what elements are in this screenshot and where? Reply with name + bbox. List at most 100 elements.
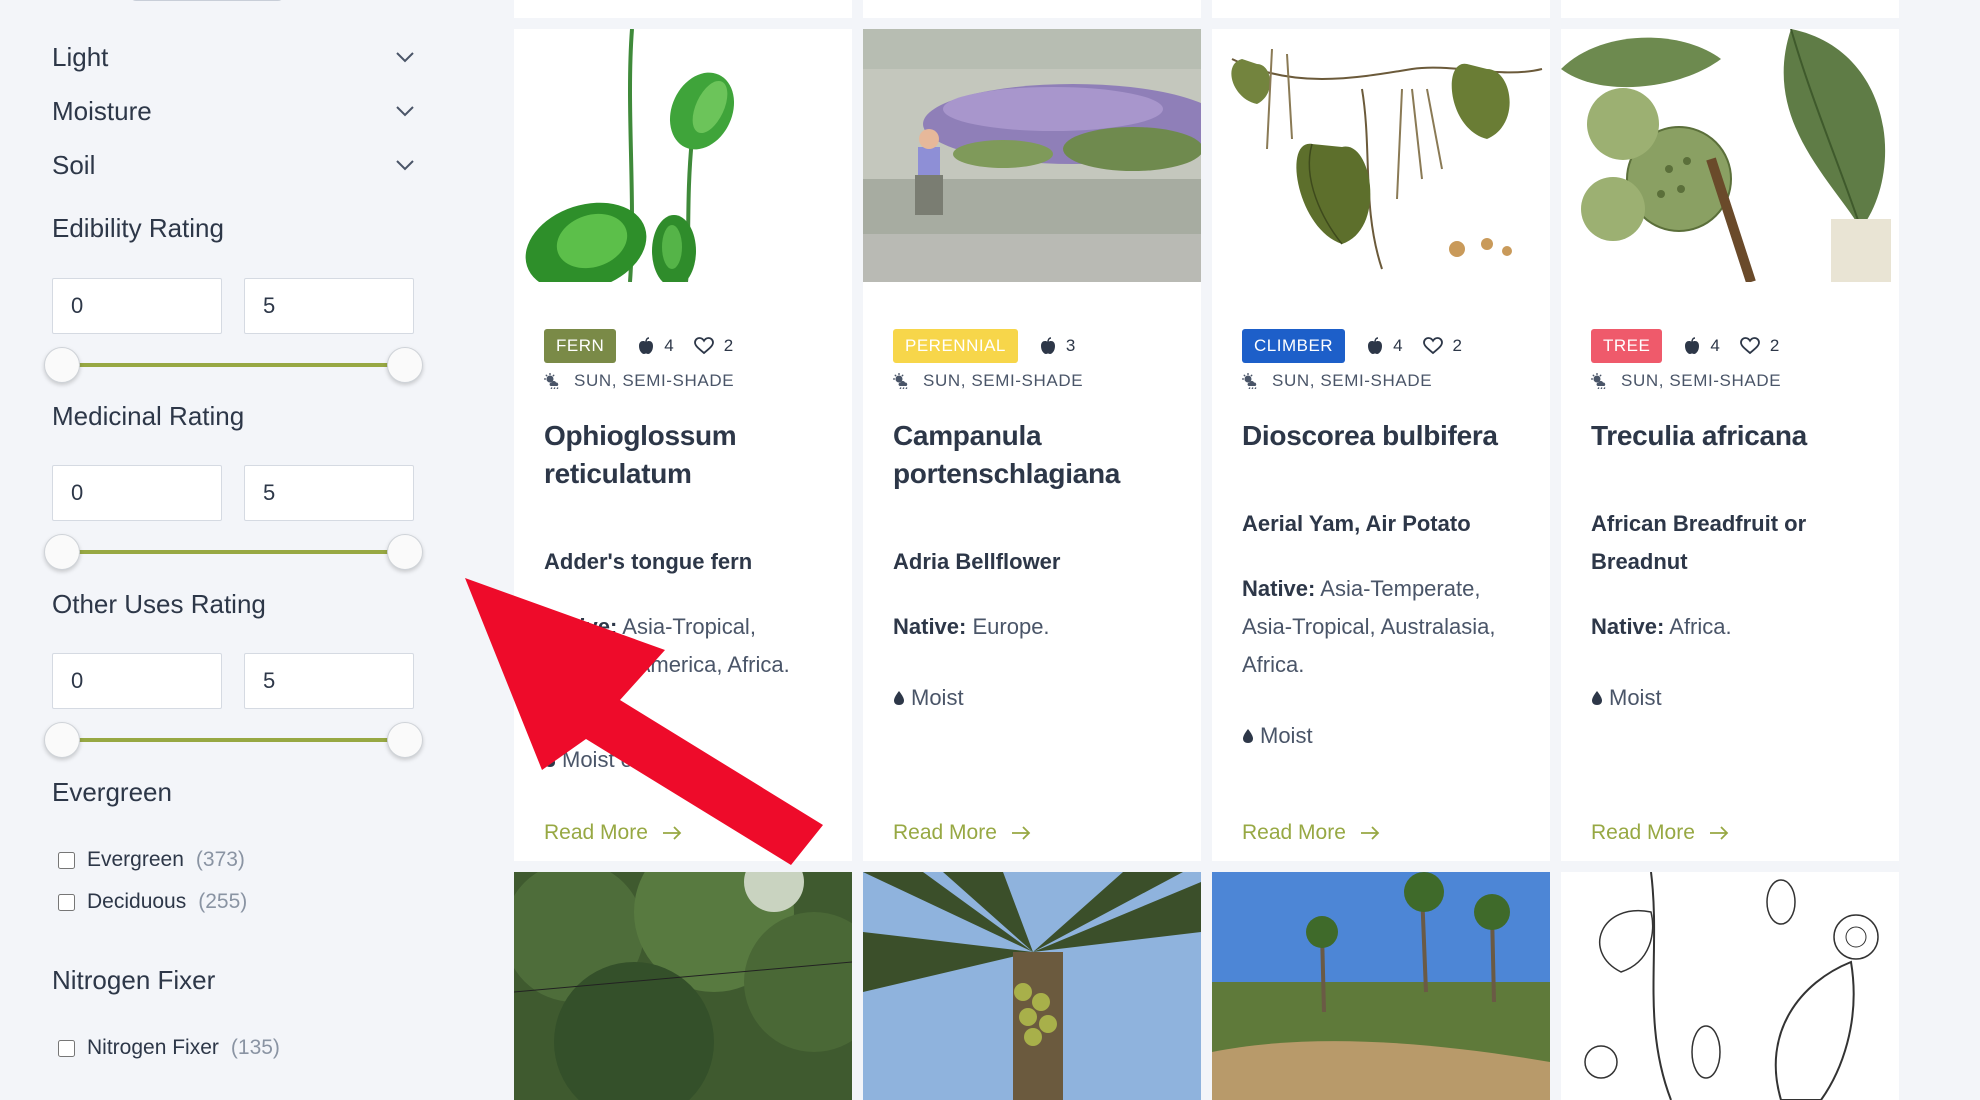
sun-cloud-icon <box>1242 373 1257 389</box>
native-value: Europe. <box>972 614 1050 639</box>
edibility-min-input[interactable] <box>52 278 222 334</box>
native-label: Native: <box>893 614 967 639</box>
slider-min-handle[interactable] <box>44 722 80 758</box>
favorite-count: 2 <box>723 336 734 355</box>
slider-max-handle[interactable] <box>387 722 423 758</box>
slider-min-handle[interactable] <box>44 534 80 570</box>
card-meta: PERENNIAL 3 <box>893 329 1095 363</box>
deciduous-option[interactable]: Deciduous (255) <box>58 890 247 914</box>
moisture-text: Moist <box>1609 685 1662 710</box>
other-uses-range-slider[interactable] <box>44 720 423 760</box>
card-meta: TREE 4 2 <box>1591 329 1799 363</box>
plant-image[interactable] <box>514 872 852 1100</box>
option-count: (135) <box>230 1036 280 1059</box>
edibility-range-slider[interactable] <box>44 345 423 385</box>
chevron-down-icon <box>393 99 417 123</box>
edible-rating: 3 <box>1040 336 1075 356</box>
option-count: (255) <box>198 890 248 913</box>
plant-image[interactable] <box>1561 872 1899 1100</box>
nitrogen-fixer-checkbox[interactable] <box>58 1039 75 1057</box>
filter-soil-label: Soil <box>52 149 96 180</box>
plant-native-range: Native: Africa. <box>1591 608 1881 646</box>
card-stub <box>1561 0 1899 18</box>
option-count: (373) <box>195 848 245 871</box>
read-more-link[interactable]: Read More <box>544 821 682 845</box>
heart-icon <box>1739 337 1760 355</box>
card-stub <box>863 0 1201 18</box>
sun-requirement: SUN, SEMI-SHADE <box>893 371 1083 391</box>
plant-image[interactable] <box>863 872 1201 1100</box>
other-uses-min-input[interactable] <box>52 653 222 709</box>
plant-card[interactable]: TREE 4 2 SUN, SEMI-SHADE Treculia africa… <box>1561 29 1899 861</box>
category-badge[interactable]: PERENNIAL <box>893 329 1018 363</box>
plant-moisture: Moist <box>1591 685 1662 711</box>
slider-track <box>62 550 405 554</box>
evergreen-checkbox[interactable] <box>58 851 75 869</box>
option-label: Nitrogen Fixer <box>87 1036 219 1059</box>
heart-icon <box>693 337 714 355</box>
slider-track <box>62 363 405 367</box>
medicinal-max-input[interactable] <box>244 465 414 521</box>
sun-cloud-icon <box>544 373 559 389</box>
sidebar-top-edge <box>130 0 284 1</box>
moisture-text: Moist <box>1260 723 1313 748</box>
native-value: Africa. <box>1669 614 1732 639</box>
native-label: Native: <box>544 614 618 639</box>
plant-latin-name[interactable]: Ophioglossum reticulatum <box>544 417 834 493</box>
slider-max-handle[interactable] <box>387 347 423 383</box>
plant-latin-name[interactable]: Dioscorea bulbifera <box>1242 417 1532 455</box>
plant-moisture: Moist or <box>544 747 640 773</box>
slider-min-handle[interactable] <box>44 347 80 383</box>
slider-max-handle[interactable] <box>387 534 423 570</box>
plant-latin-name[interactable]: Campanula portenschlagiana <box>893 417 1183 493</box>
plant-image[interactable] <box>1561 29 1899 282</box>
deciduous-checkbox[interactable] <box>58 893 75 911</box>
plant-image[interactable] <box>514 29 852 282</box>
sun-requirement: SUN, SEMI-SHADE <box>544 371 734 391</box>
native-label: Native: <box>1242 576 1316 601</box>
medicinal-min-input[interactable] <box>52 465 222 521</box>
sun-text: SUN, SEMI-SHADE <box>923 371 1084 390</box>
plant-card[interactable]: CLIMBER 4 2 SUN, SEMI-SHADE Dioscorea bu… <box>1212 29 1550 861</box>
apple-icon <box>639 337 654 354</box>
plant-image[interactable] <box>863 29 1201 282</box>
edible-count: 4 <box>1710 336 1720 355</box>
filter-light-label: Light <box>52 41 109 72</box>
edible-rating: 4 <box>638 336 674 356</box>
plant-moisture: Moist <box>893 685 964 711</box>
category-badge[interactable]: TREE <box>1591 329 1663 363</box>
read-more-link[interactable]: Read More <box>1591 821 1729 845</box>
evergreen-option[interactable]: Evergreen (373) <box>58 848 245 872</box>
read-more-link[interactable]: Read More <box>1242 821 1380 845</box>
chevron-down-icon <box>393 153 417 177</box>
arrow-right-icon <box>662 826 682 840</box>
evergreen-title: Evergreen <box>52 777 172 807</box>
sun-requirement: SUN, SEMI-SHADE <box>1242 371 1432 391</box>
plant-card[interactable]: PERENNIAL 3 SUN, SEMI-SHADE Campanula po… <box>863 29 1201 861</box>
native-label: Native: <box>1591 614 1665 639</box>
category-badge[interactable]: CLIMBER <box>1242 329 1346 363</box>
edibility-max-input[interactable] <box>244 278 414 334</box>
plant-image[interactable] <box>1212 872 1550 1100</box>
sun-cloud-icon <box>893 373 908 389</box>
read-more-link[interactable]: Read More <box>893 821 1031 845</box>
nitrogen-fixer-option[interactable]: Nitrogen Fixer (135) <box>58 1036 280 1060</box>
favorite-count: 2 <box>1452 336 1463 355</box>
option-label: Deciduous <box>87 890 187 913</box>
filter-light-toggle[interactable]: Light <box>52 39 417 75</box>
card-meta: CLIMBER 4 2 <box>1242 329 1482 363</box>
other-uses-max-input[interactable] <box>244 653 414 709</box>
filter-soil-toggle[interactable]: Soil <box>52 147 417 183</box>
filter-sidebar: Light Moisture Soil Edibility Rating Med… <box>0 0 470 1100</box>
plant-latin-name[interactable]: Treculia africana <box>1591 417 1881 455</box>
filter-moisture-toggle[interactable]: Moisture <box>52 93 417 129</box>
category-badge[interactable]: FERN <box>544 329 617 363</box>
plant-card[interactable]: FERN 4 2 SUN, SEMI-SHADE Ophioglossum re… <box>514 29 852 861</box>
sun-text: SUN, SEMI-SHADE <box>1272 371 1433 390</box>
plant-native-range: Native: Asia-Temperate, Asia-Tropical, A… <box>1242 570 1532 684</box>
card-stub <box>1212 0 1550 18</box>
option-label: Evergreen <box>87 848 184 871</box>
plant-image[interactable] <box>1212 29 1550 282</box>
medicinal-range-slider[interactable] <box>44 532 423 572</box>
heart-icon <box>1422 337 1443 355</box>
